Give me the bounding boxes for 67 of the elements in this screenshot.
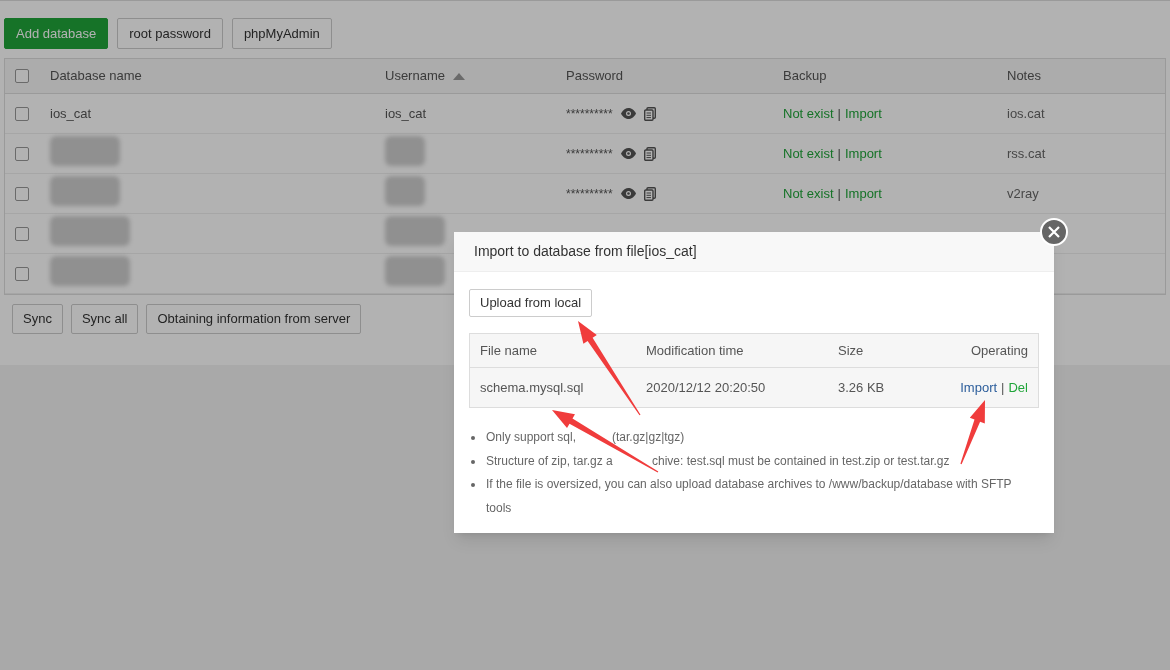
upload-button[interactable]: Upload from local	[469, 289, 593, 317]
footer-button[interactable]: Sync all	[70, 304, 139, 334]
column-header[interactable]: Database name	[50, 66, 142, 86]
table-cell: v2ray	[1007, 185, 1039, 201]
eye-icon[interactable]	[620, 108, 636, 119]
footer-button[interactable]: Obtaining information from server	[146, 304, 362, 334]
note-text: Structure of zip, tar.gz a	[486, 452, 614, 470]
column-header: Size	[838, 342, 864, 358]
bullet-icon	[471, 459, 475, 464]
table-cell: ios_cat	[50, 105, 92, 121]
toolbar-button[interactable]: root password	[117, 18, 223, 49]
note-text: chive: test.sql must be contained in test.zip or test.tar.gz	[652, 453, 950, 468]
eye-icon[interactable]	[620, 148, 636, 159]
column-header: File name	[480, 342, 538, 358]
import-link[interactable]: Import	[844, 183, 882, 204]
redaction-blur	[385, 135, 425, 166]
bullet-icon	[471, 483, 475, 487]
column-header: Operating	[970, 341, 1028, 360]
copy-icon[interactable]	[643, 106, 656, 121]
toolbar-button[interactable]: phpMyAdmin	[231, 18, 332, 49]
table-cell: rss.cat	[1007, 145, 1046, 161]
checkbox[interactable]	[15, 226, 29, 241]
redaction-blur	[50, 175, 120, 206]
table-cell: ios.cat	[1007, 105, 1045, 121]
import-link[interactable]: Import	[844, 103, 882, 124]
redaction-blur	[385, 215, 445, 246]
column-header[interactable]: Backup	[783, 66, 827, 86]
arrow	[960, 400, 985, 465]
redaction-blur	[385, 255, 445, 286]
checkbox[interactable]	[15, 186, 29, 201]
checkbox[interactable]	[15, 146, 29, 161]
table-cell: 2020/12/12 20:20:50	[646, 379, 766, 395]
separator: |	[837, 104, 841, 123]
redaction-blur	[385, 175, 425, 206]
table-cell: ios_cat	[385, 105, 427, 121]
eye-icon[interactable]	[620, 188, 636, 199]
note-text: (tar.gz|gz|tgz)	[612, 430, 685, 444]
separator: |	[1001, 378, 1005, 397]
dialog-title: Import to database from file[ios_cat]	[474, 242, 697, 261]
column-header[interactable]: Notes	[1007, 66, 1041, 86]
copy-icon[interactable]	[643, 186, 656, 201]
column-header[interactable]: Password	[566, 66, 624, 86]
separator: |	[837, 144, 841, 163]
password-mask: **********	[566, 105, 613, 123]
password-mask: **********	[566, 185, 613, 203]
footer-button[interactable]: Sync	[12, 304, 63, 334]
add-button[interactable]: Add database	[4, 18, 109, 49]
separator: |	[837, 184, 841, 203]
checkbox[interactable]	[15, 106, 29, 121]
table-cell: 3.26 KB	[838, 379, 885, 395]
redaction-blur	[50, 135, 120, 166]
table-cell: schema.mysql.sql	[480, 379, 584, 395]
backup-status: Not exist	[783, 144, 834, 163]
bullet-icon	[471, 436, 475, 440]
backup-status: Not exist	[783, 184, 834, 203]
checkbox[interactable]	[15, 69, 29, 83]
delete-link[interactable]: Del	[1008, 377, 1028, 398]
import-link[interactable]: Import	[844, 143, 882, 164]
import-link[interactable]: Import	[960, 377, 998, 398]
column-header: Modification time	[646, 342, 744, 358]
checkbox[interactable]	[15, 266, 29, 281]
backup-status: Not exist	[783, 104, 834, 123]
note-text: If the file is oversized, you can also upload database archives to /www/backup/database with SFTP tools	[486, 477, 1012, 515]
password-mask: **********	[566, 145, 613, 163]
note-text: Only support sql,	[486, 429, 578, 446]
copy-icon[interactable]	[643, 146, 656, 161]
column-header[interactable]: Username	[385, 66, 445, 86]
